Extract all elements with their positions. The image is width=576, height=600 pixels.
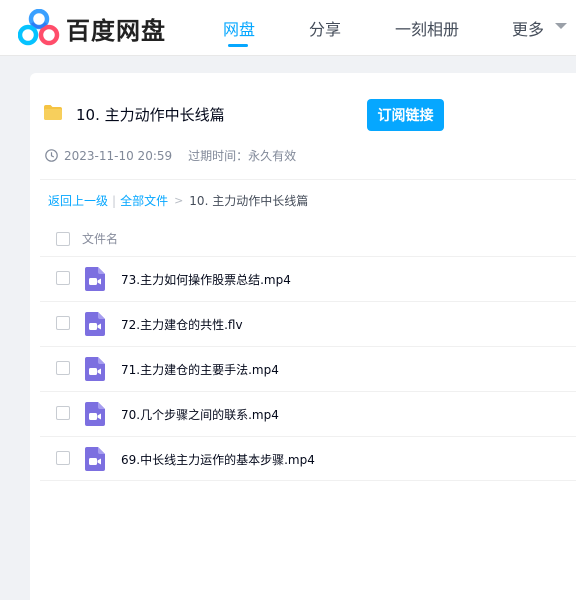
breadcrumb-back-link[interactable]: 返回上一级 (48, 192, 108, 209)
share-card: 10. 主力动作中长线篇 订阅链接 2023-11-10 20:59 过期时间：… (30, 73, 576, 600)
file-name[interactable]: 70.几个步骤之间的联系.mp4 (121, 406, 279, 423)
cloud-logo-icon (18, 9, 60, 46)
file-row[interactable]: 73.主力如何操作股票总结.mp4 (40, 256, 576, 301)
breadcrumb-separator: | (112, 193, 117, 208)
clock-icon (45, 149, 58, 162)
divider (40, 179, 576, 180)
top-header: 百度网盘 网盘 分享 一刻相册 更多 (0, 0, 576, 56)
subscribe-link-button[interactable]: 订阅链接 (367, 99, 444, 131)
file-name[interactable]: 72.主力建仓的共性.flv (121, 316, 243, 333)
nav-active-indicator (228, 44, 248, 47)
breadcrumb: 返回上一级 | 全部文件 > 10. 主力动作中长线篇 (48, 192, 308, 209)
file-name[interactable]: 73.主力如何操作股票总结.mp4 (121, 271, 291, 288)
row-checkbox[interactable] (56, 361, 70, 375)
share-created-time: 2023-11-10 20:59 (64, 148, 173, 163)
video-file-icon (85, 402, 105, 426)
file-row[interactable]: 69.中长线主力运作的基本步骤.mp4 (40, 436, 576, 481)
breadcrumb-all-files-link[interactable]: 全部文件 (120, 192, 168, 209)
file-name[interactable]: 71.主力建仓的主要手法.mp4 (121, 361, 279, 378)
file-row[interactable]: 72.主力建仓的共性.flv (40, 301, 576, 346)
select-all-checkbox[interactable] (56, 232, 70, 246)
chevron-down-icon[interactable] (555, 23, 567, 29)
nav-item-photo-album[interactable]: 一刻相册 (395, 16, 459, 40)
row-checkbox[interactable] (56, 316, 70, 330)
file-row[interactable]: 70.几个步骤之间的联系.mp4 (40, 391, 576, 436)
baidu-netdisk-logo[interactable]: 百度网盘 (18, 9, 166, 47)
video-file-icon (85, 312, 105, 336)
folder-icon (44, 105, 62, 120)
video-file-icon (85, 447, 105, 471)
file-row[interactable]: 71.主力建仓的主要手法.mp4 (40, 346, 576, 391)
breadcrumb-current: 10. 主力动作中长线篇 (189, 194, 309, 208)
row-checkbox[interactable] (56, 406, 70, 420)
expire-value: 永久有效 (248, 149, 297, 163)
expire-label: 过期时间： (188, 149, 249, 163)
row-checkbox[interactable] (56, 271, 70, 285)
file-name[interactable]: 69.中长线主力运作的基本步骤.mp4 (121, 451, 315, 468)
nav-item-netdisk[interactable]: 网盘 (223, 16, 255, 40)
file-list-header: 文件名 (40, 223, 576, 257)
breadcrumb-arrow-icon: > (174, 194, 184, 207)
share-meta: 2023-11-10 20:59 过期时间： 永久有效 (45, 147, 296, 164)
nav-item-share[interactable]: 分享 (309, 16, 341, 40)
divider (40, 480, 576, 481)
share-title: 10. 主力动作中长线篇 (76, 106, 225, 124)
logo-text: 百度网盘 (66, 16, 166, 45)
video-file-icon (85, 357, 105, 381)
row-checkbox[interactable] (56, 451, 70, 465)
video-file-icon (85, 267, 105, 291)
nav-item-more[interactable]: 更多 (512, 16, 544, 40)
column-header-filename: 文件名 (82, 232, 119, 246)
